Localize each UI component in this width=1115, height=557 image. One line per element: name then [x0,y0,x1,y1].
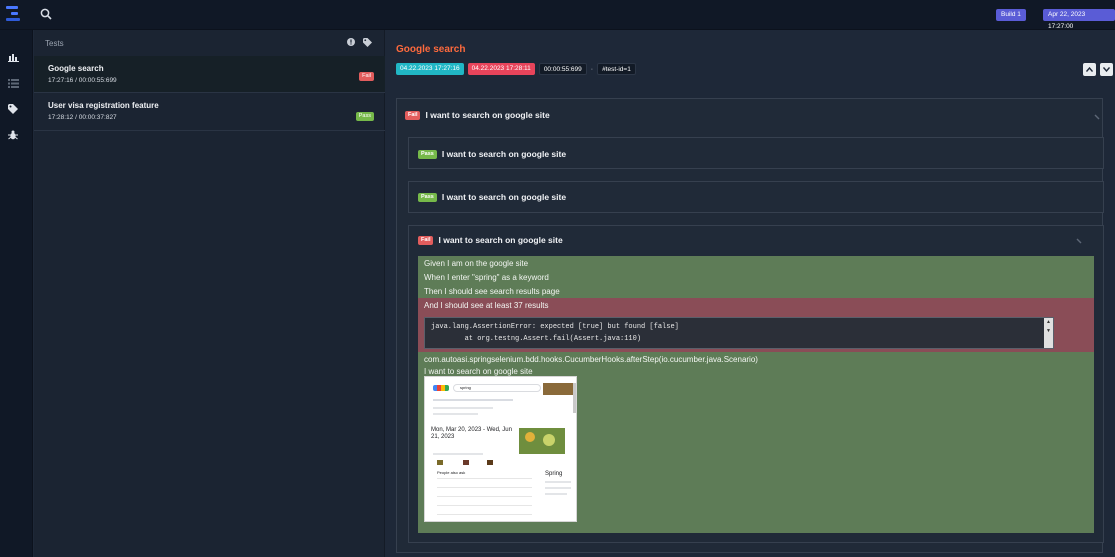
search-query: spring [460,385,471,390]
page-title: Google search [396,44,466,55]
step-line: And I should see at least 37 results [424,301,549,310]
card-title-text: I want to search on google site [438,235,563,245]
test-detail: Google search 04.22.2023 17:27:16 04.22.… [386,30,1115,557]
scenario-title[interactable]: Fail I want to search on google site [405,110,550,120]
list-icon[interactable] [7,77,19,89]
tests-panel: Tests Google search 17:27:16 / 00:00:55:… [34,30,385,557]
start-time-chip: 04.22.2023 17:27:16 [396,63,464,75]
error-scrollbar[interactable]: ▲ ▼ [1044,318,1053,348]
build-badge: Build 1 [996,9,1026,21]
test-meta: 17:27:16 / 00:00:55:699 [48,77,117,84]
info-icon[interactable] [347,38,355,46]
status-badge: Fail [359,72,374,81]
step-line: Then I should see search results page [424,287,560,296]
failed-step: And I should see at least 37 results jav… [418,298,1094,352]
test-item-google-search[interactable]: Google search 17:27:16 / 00:00:55:699 Fa… [34,56,385,93]
chip-separator: · [590,65,594,73]
logo-icon[interactable] [6,4,22,24]
flower-image [543,383,573,395]
garden-image [519,428,565,454]
status-badge: Pass [418,149,437,159]
status-badge: Fail [405,110,421,120]
next-button[interactable] [1100,63,1113,76]
chevron-up-icon [1086,67,1093,72]
card-title-text: I want to search on google site [425,110,550,120]
test-item-user-visa[interactable]: User visa registration feature 17:28:12 … [34,93,385,131]
step-card-title[interactable]: Pass I want to search on google site [418,149,566,159]
top-bar: Build 1 Apr 22, 2023 17:27:00 [0,0,1115,30]
status-badge: Pass [418,192,437,202]
previous-button[interactable] [1083,63,1096,76]
screenshot-thumbnail[interactable]: spring Mon, Mar 20, 2023 - Wed, Jun 21, … [424,376,577,522]
test-meta: 17:28:12 / 00:00:37:827 [48,114,117,121]
step-card-title[interactable]: Fail I want to search on google site [418,235,563,245]
date-badge: Apr 22, 2023 17:27:00 [1043,9,1115,30]
hook-line: com.autoasi.springselenium.bdd.hooks.Cuc… [424,355,758,364]
pin-icon[interactable] [1094,114,1100,120]
end-time-chip: 04.22.2023 17:28:11 [467,63,535,75]
left-rail [0,30,33,557]
chevron-down-icon [1103,67,1110,72]
card-title-text: I want to search on google site [441,149,567,159]
step-line: Given I am on the google site [424,259,529,268]
status-badge: Pass [355,112,374,121]
card-title-text: I want to search on google site [441,192,567,202]
search-icon[interactable] [40,8,52,20]
thumbnail-scrollbar [573,383,576,413]
error-log[interactable]: java.lang.AssertionError: expected [true… [424,317,1054,349]
error-line: at org.testng.Assert.fail(Assert.java:11… [431,335,642,343]
step-card-title[interactable]: Pass I want to search on google site [418,192,566,202]
test-name: Google search [48,64,104,73]
tag-filter-icon[interactable] [363,38,372,47]
error-line: java.lang.AssertionError: expected [true… [431,323,679,331]
step-line: When I enter "spring" as a keyword [424,273,549,282]
google-logo-icon [433,385,449,391]
steps-panel: Given I am on the google site When I ent… [418,256,1094,533]
hook-scenario: I want to search on google site [424,367,533,376]
bug-icon[interactable] [7,129,19,141]
tag-icon[interactable] [7,103,19,115]
people-also-ask: People also ask [437,470,466,475]
dashboard-icon[interactable] [7,51,19,63]
tests-header: Tests [45,39,64,48]
test-name: User visa registration feature [48,101,159,110]
pin-icon[interactable] [1076,238,1082,244]
status-badge: Fail [418,235,434,245]
date-range-text: Mon, Mar 20, 2023 - Wed, Jun 21, 2023 [431,427,512,440]
test-id-chip: #test-id=1 [597,63,636,75]
search-box: spring [453,384,541,392]
side-title: Spring [545,471,563,477]
duration-chip: 00:00:55:699 [538,63,587,75]
